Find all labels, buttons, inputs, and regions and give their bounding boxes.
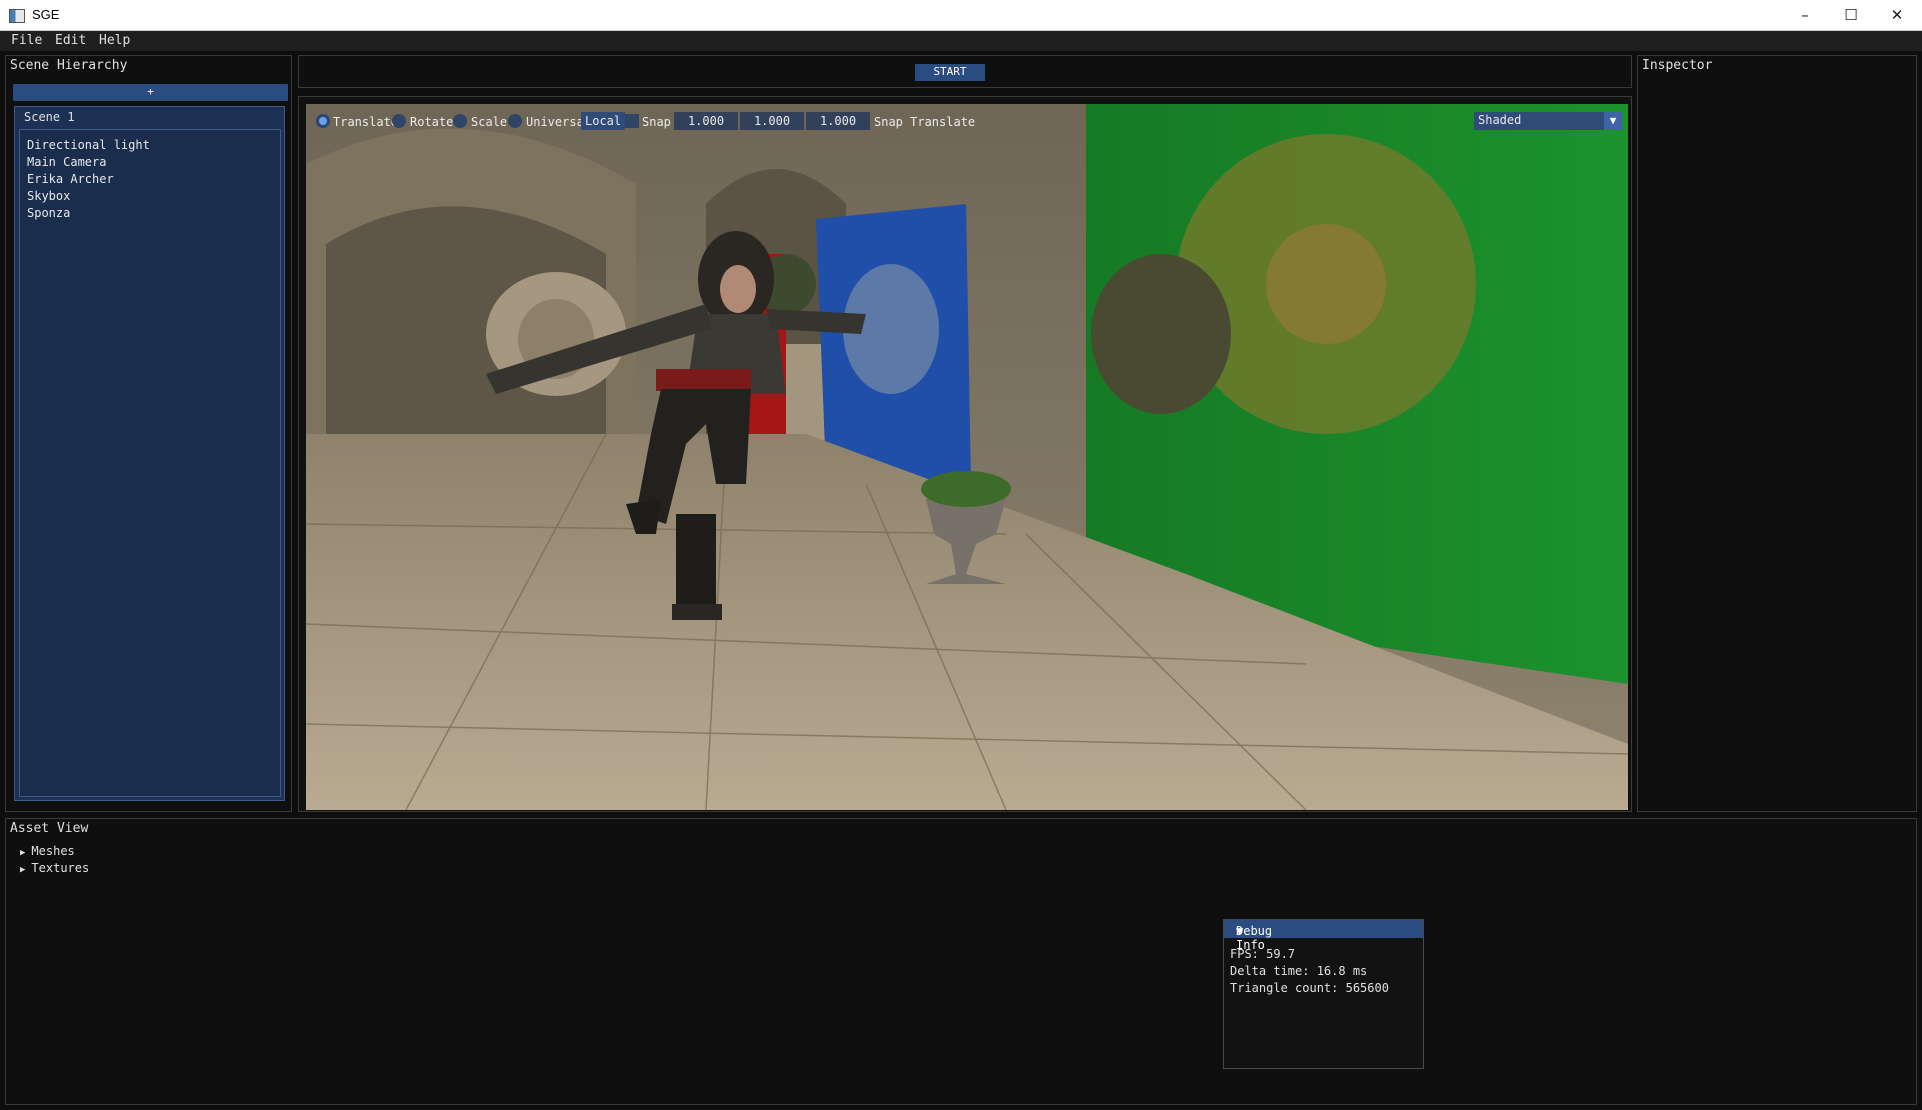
asset-folder-meshes[interactable]: ▶ Meshes [20,844,75,858]
rendered-scene-image [306,104,1628,810]
scene-render-view[interactable]: Translate Rotate Scale Universal Local S… [306,104,1628,810]
scene-item-erika-archer[interactable]: Erika Archer [27,172,114,186]
scene-item-skybox[interactable]: Skybox [27,189,70,203]
scene-item-sponza[interactable]: Sponza [27,206,70,220]
scene-object-list: Directional light Main Camera Erika Arch… [19,129,281,797]
shading-mode-value: Shaded [1478,113,1522,127]
chevron-down-icon[interactable]: ▼ [1604,112,1622,130]
snap-label: Snap [642,115,671,129]
collapsed-arrow-icon[interactable]: ▶ [20,865,25,875]
scene-name: Scene 1 [24,110,75,124]
universal-radio[interactable] [508,114,522,128]
snap-checkbox[interactable] [625,114,639,128]
scale-radio[interactable] [453,114,467,128]
menu-bar: File Edit Help [0,31,1922,51]
debug-info-window: ▼ Debug Info FPS: 59.7 Delta time: 16.8 … [1223,919,1424,1069]
window-titlebar: SGE – ☐ ✕ [0,0,1922,31]
fps-readout: FPS: 59.7 [1230,947,1296,961]
translate-label[interactable]: Translate [333,115,398,129]
add-object-button[interactable]: + [13,84,288,101]
collapsed-arrow-icon[interactable]: ▶ [20,848,25,858]
shading-mode-select[interactable]: Shaded ▼ [1474,112,1622,130]
scene-viewport-panel: Translate Rotate Scale Universal Local S… [298,96,1632,812]
app-icon [9,9,25,23]
snap-mode-label: Snap Translate [874,115,976,129]
rotate-radio[interactable] [392,114,406,128]
scene-header[interactable]: Scene 1 [17,109,282,126]
menu-help[interactable]: Help [99,33,130,48]
delta-time-readout: Delta time: 16.8 ms [1230,964,1368,978]
window-title: SGE [32,7,60,22]
gizmo-toolbar: Translate Rotate Scale Universal Local S… [312,110,1622,132]
inspector-panel: Inspector [1637,55,1917,812]
snap-z-field[interactable]: 1.000 [806,112,870,130]
asset-folder-label: Meshes [31,844,75,858]
scene-item-main-camera[interactable]: Main Camera [27,155,106,169]
menu-edit[interactable]: Edit [55,33,86,48]
asset-view-panel: Asset View ▶ Meshes ▶ Textures [5,818,1917,1105]
local-space-button[interactable]: Local [581,112,626,130]
start-button[interactable]: START [915,64,985,81]
snap-y-field[interactable]: 1.000 [740,112,804,130]
play-toolbar: START [298,55,1632,88]
inspector-title: Inspector [1642,58,1713,73]
close-button[interactable]: ✕ [1874,0,1920,30]
asset-folder-label: Textures [31,861,90,875]
scene-hierarchy-title: Scene Hierarchy [10,58,128,73]
scale-label[interactable]: Scale [471,115,507,129]
minimize-button[interactable]: – [1782,0,1828,30]
maximize-button[interactable]: ☐ [1828,0,1874,30]
rotate-label[interactable]: Rotate [410,115,453,129]
scene-hierarchy-panel: Scene Hierarchy + Scene 1 Directional li… [5,55,292,812]
snap-x-field[interactable]: 1.000 [674,112,738,130]
menu-file[interactable]: File [11,33,42,48]
scene-item-directional-light[interactable]: Directional light [27,138,150,152]
scene-tree: Scene 1 Directional light Main Camera Er… [14,106,285,801]
debug-info-header[interactable]: ▼ Debug Info [1224,920,1423,952]
asset-view-title: Asset View [10,821,89,836]
translate-radio[interactable] [316,114,330,128]
asset-folder-textures[interactable]: ▶ Textures [20,861,89,875]
triangle-count-readout: Triangle count: 565600 [1230,981,1389,995]
